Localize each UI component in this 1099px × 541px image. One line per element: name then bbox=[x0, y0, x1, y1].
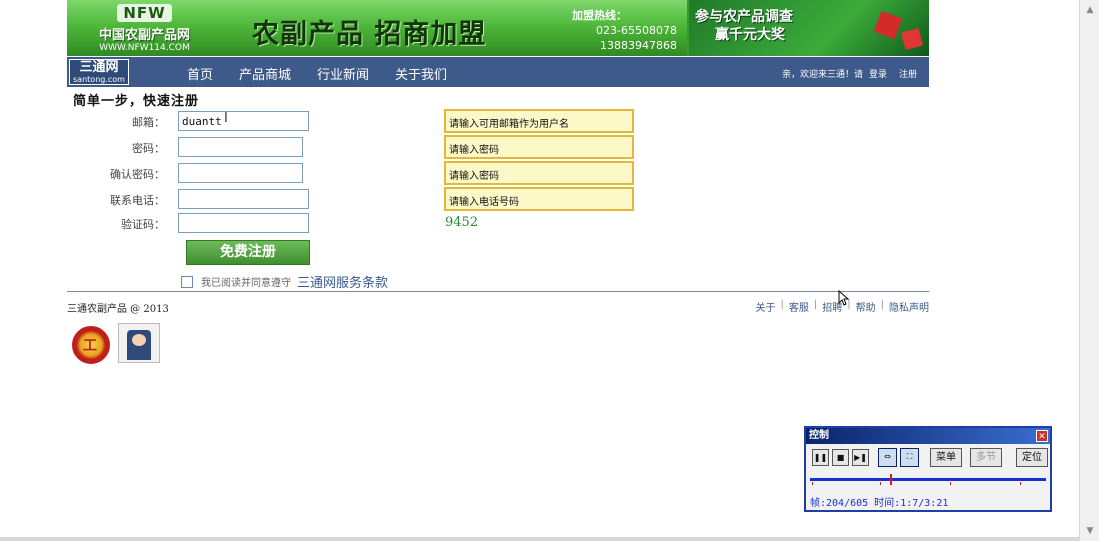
gift-box-icon bbox=[900, 27, 924, 51]
footer-separator: | bbox=[780, 299, 784, 310]
nav-item-home[interactable]: 首页 bbox=[187, 64, 213, 83]
police-badge-icon[interactable] bbox=[118, 323, 160, 363]
footer-separator: | bbox=[813, 299, 818, 310]
welcome-text: 亲，欢迎来三通！请 bbox=[781, 70, 863, 80]
santong-logo-cn: 三通网 bbox=[79, 60, 119, 75]
survey-line-2: 赢千元大奖 bbox=[715, 27, 785, 43]
terms-checkbox[interactable] bbox=[181, 275, 193, 288]
confirm-password-hint: 请输入密码 bbox=[444, 161, 634, 185]
progress-tick bbox=[812, 482, 813, 485]
hotline: 加盟热线： 023-65508078 13883947868 bbox=[572, 8, 677, 53]
progress-thumb[interactable] bbox=[890, 474, 892, 485]
phone-label: 联系电话： bbox=[110, 194, 165, 207]
progress-tick bbox=[1020, 482, 1021, 485]
form-title: 简单一步，快速注册 bbox=[73, 94, 200, 109]
mouse-pointer-icon bbox=[838, 290, 850, 306]
terms-agreement: 我已阅读并同意遵守 三通网服务条款 bbox=[181, 272, 388, 291]
captcha-label: 验证码： bbox=[121, 218, 165, 231]
terms-agree-text: 我已阅读并同意遵守 bbox=[201, 278, 291, 289]
survey-line-1: 参与农产品调查 bbox=[695, 9, 793, 25]
free-register-button[interactable]: 免费注册 bbox=[186, 240, 310, 265]
login-link[interactable]: 登录 bbox=[869, 67, 887, 80]
text-cursor-icon: I bbox=[224, 111, 228, 126]
confirm-password-input[interactable] bbox=[178, 163, 303, 183]
password-label: 密码： bbox=[132, 142, 165, 155]
fit-window-icon[interactable]: ⇔ bbox=[878, 448, 897, 467]
gift-box-icon bbox=[873, 10, 903, 40]
survey-text: 参与农产品调查 赢千元大奖 bbox=[695, 8, 793, 44]
hotline-number-2: 13883947868 bbox=[600, 39, 677, 52]
nav-item-about[interactable]: 关于我们 bbox=[395, 64, 447, 83]
step-forward-icon[interactable]: ▶❚ bbox=[852, 449, 869, 466]
footer-divider bbox=[67, 291, 929, 292]
banner-left: NFW 中国农副产品网 WWW.NFW114.COM 农副产品 招商加盟 加盟热… bbox=[67, 0, 687, 56]
terms-link[interactable]: 三通网服务条款 bbox=[297, 272, 388, 291]
business-license-badge-icon[interactable]: 工 bbox=[72, 326, 110, 364]
control-title-bar[interactable]: 控制 ✕ bbox=[806, 428, 1050, 444]
hotline-title: 加盟热线： bbox=[572, 9, 627, 22]
fullscreen-icon[interactable]: ⛶ bbox=[900, 448, 919, 467]
vertical-scrollbar[interactable]: ▲ ▼ bbox=[1079, 0, 1099, 541]
control-buttons: ❚❚ ■ ▶❚ ⇔ ⛶ 菜单 多节 定位 bbox=[812, 448, 1048, 467]
survey-ad[interactable]: 参与农产品调查 赢千元大奖 bbox=[689, 0, 929, 56]
nfw-logo-mark: NFW bbox=[117, 4, 172, 22]
page: NFW 中国农副产品网 WWW.NFW114.COM 农副产品 招商加盟 加盟热… bbox=[0, 0, 1099, 541]
footer-link-service[interactable]: 客服 bbox=[789, 299, 809, 314]
badge-glyph-icon: 工 bbox=[83, 338, 97, 354]
nfw-logo-url: WWW.NFW114.COM bbox=[99, 43, 190, 53]
captcha-row: 验证码： bbox=[67, 213, 667, 235]
captcha-code[interactable]: 9452 bbox=[445, 215, 478, 230]
footer-link-about[interactable]: 关于 bbox=[756, 299, 776, 314]
progress-bar bbox=[810, 478, 1046, 481]
hotline-number-1: 023-65508078 bbox=[596, 24, 677, 37]
register-link[interactable]: 注册 bbox=[899, 67, 917, 80]
footer-separator: | bbox=[880, 299, 884, 310]
captcha-input[interactable] bbox=[178, 213, 309, 233]
nav-items: 首页 产品商城 行业新闻 关于我们 bbox=[187, 64, 473, 83]
phone-hint: 请输入电话号码 bbox=[444, 187, 634, 211]
close-icon[interactable]: ✕ bbox=[1036, 430, 1048, 442]
nav-item-news[interactable]: 行业新闻 bbox=[317, 64, 369, 83]
main-nav: 三通网 santong.com 首页 产品商城 行业新闻 关于我们 亲，欢迎来三… bbox=[67, 57, 929, 87]
footer-link-help[interactable]: 帮助 bbox=[856, 299, 876, 314]
email-input[interactable] bbox=[178, 111, 309, 131]
playback-control-panel: 控制 ✕ ❚❚ ■ ▶❚ ⇔ ⛶ 菜单 多节 定位 帧:204/605 时间:1… bbox=[804, 426, 1052, 512]
frame-time-status: 帧:204/605 时间:1:7/3:21 bbox=[810, 498, 949, 509]
footer-copyright: 三通农副产品 @ 2013 bbox=[67, 304, 169, 315]
nfw-logo: NFW 中国农副产品网 WWW.NFW114.COM bbox=[87, 4, 202, 54]
email-label: 邮箱： bbox=[132, 116, 165, 129]
police-face-icon bbox=[132, 334, 146, 346]
progress-tick bbox=[880, 482, 881, 485]
control-title: 控制 bbox=[809, 430, 829, 441]
password-input[interactable] bbox=[178, 137, 303, 157]
nav-user: 亲，欢迎来三通！请 登录 注册 bbox=[782, 67, 917, 80]
confirm-password-label: 确认密码： bbox=[110, 168, 165, 181]
scroll-up-icon[interactable]: ▲ bbox=[1084, 4, 1096, 16]
nav-item-mall[interactable]: 产品商城 bbox=[239, 64, 291, 83]
footer-link-privacy[interactable]: 隐私声明 bbox=[889, 299, 929, 314]
santong-logo[interactable]: 三通网 santong.com bbox=[69, 59, 129, 85]
menu-button[interactable]: 菜单 bbox=[930, 448, 962, 467]
password-hint: 请输入密码 bbox=[444, 135, 634, 159]
santong-logo-en: santong.com bbox=[73, 75, 125, 84]
nfw-logo-cn: 中国农副产品网 bbox=[98, 28, 190, 43]
progress-tick bbox=[950, 482, 951, 485]
banner-slogan: 农副产品 招商加盟 bbox=[252, 19, 487, 50]
pause-icon[interactable]: ❚❚ bbox=[812, 449, 829, 466]
locate-button[interactable]: 定位 bbox=[1016, 448, 1048, 467]
phone-input[interactable] bbox=[178, 189, 309, 209]
window-bottom-edge bbox=[0, 537, 1079, 541]
stop-icon[interactable]: ■ bbox=[832, 449, 849, 466]
scroll-down-icon[interactable]: ▼ bbox=[1084, 525, 1096, 537]
email-hint: 请输入可用邮箱作为用户名 bbox=[444, 109, 634, 133]
multi-section-button[interactable]: 多节 bbox=[970, 448, 1002, 467]
playback-progress-track[interactable] bbox=[810, 474, 1046, 486]
top-banner[interactable]: NFW 中国农副产品网 WWW.NFW114.COM 农副产品 招商加盟 加盟热… bbox=[67, 0, 929, 56]
